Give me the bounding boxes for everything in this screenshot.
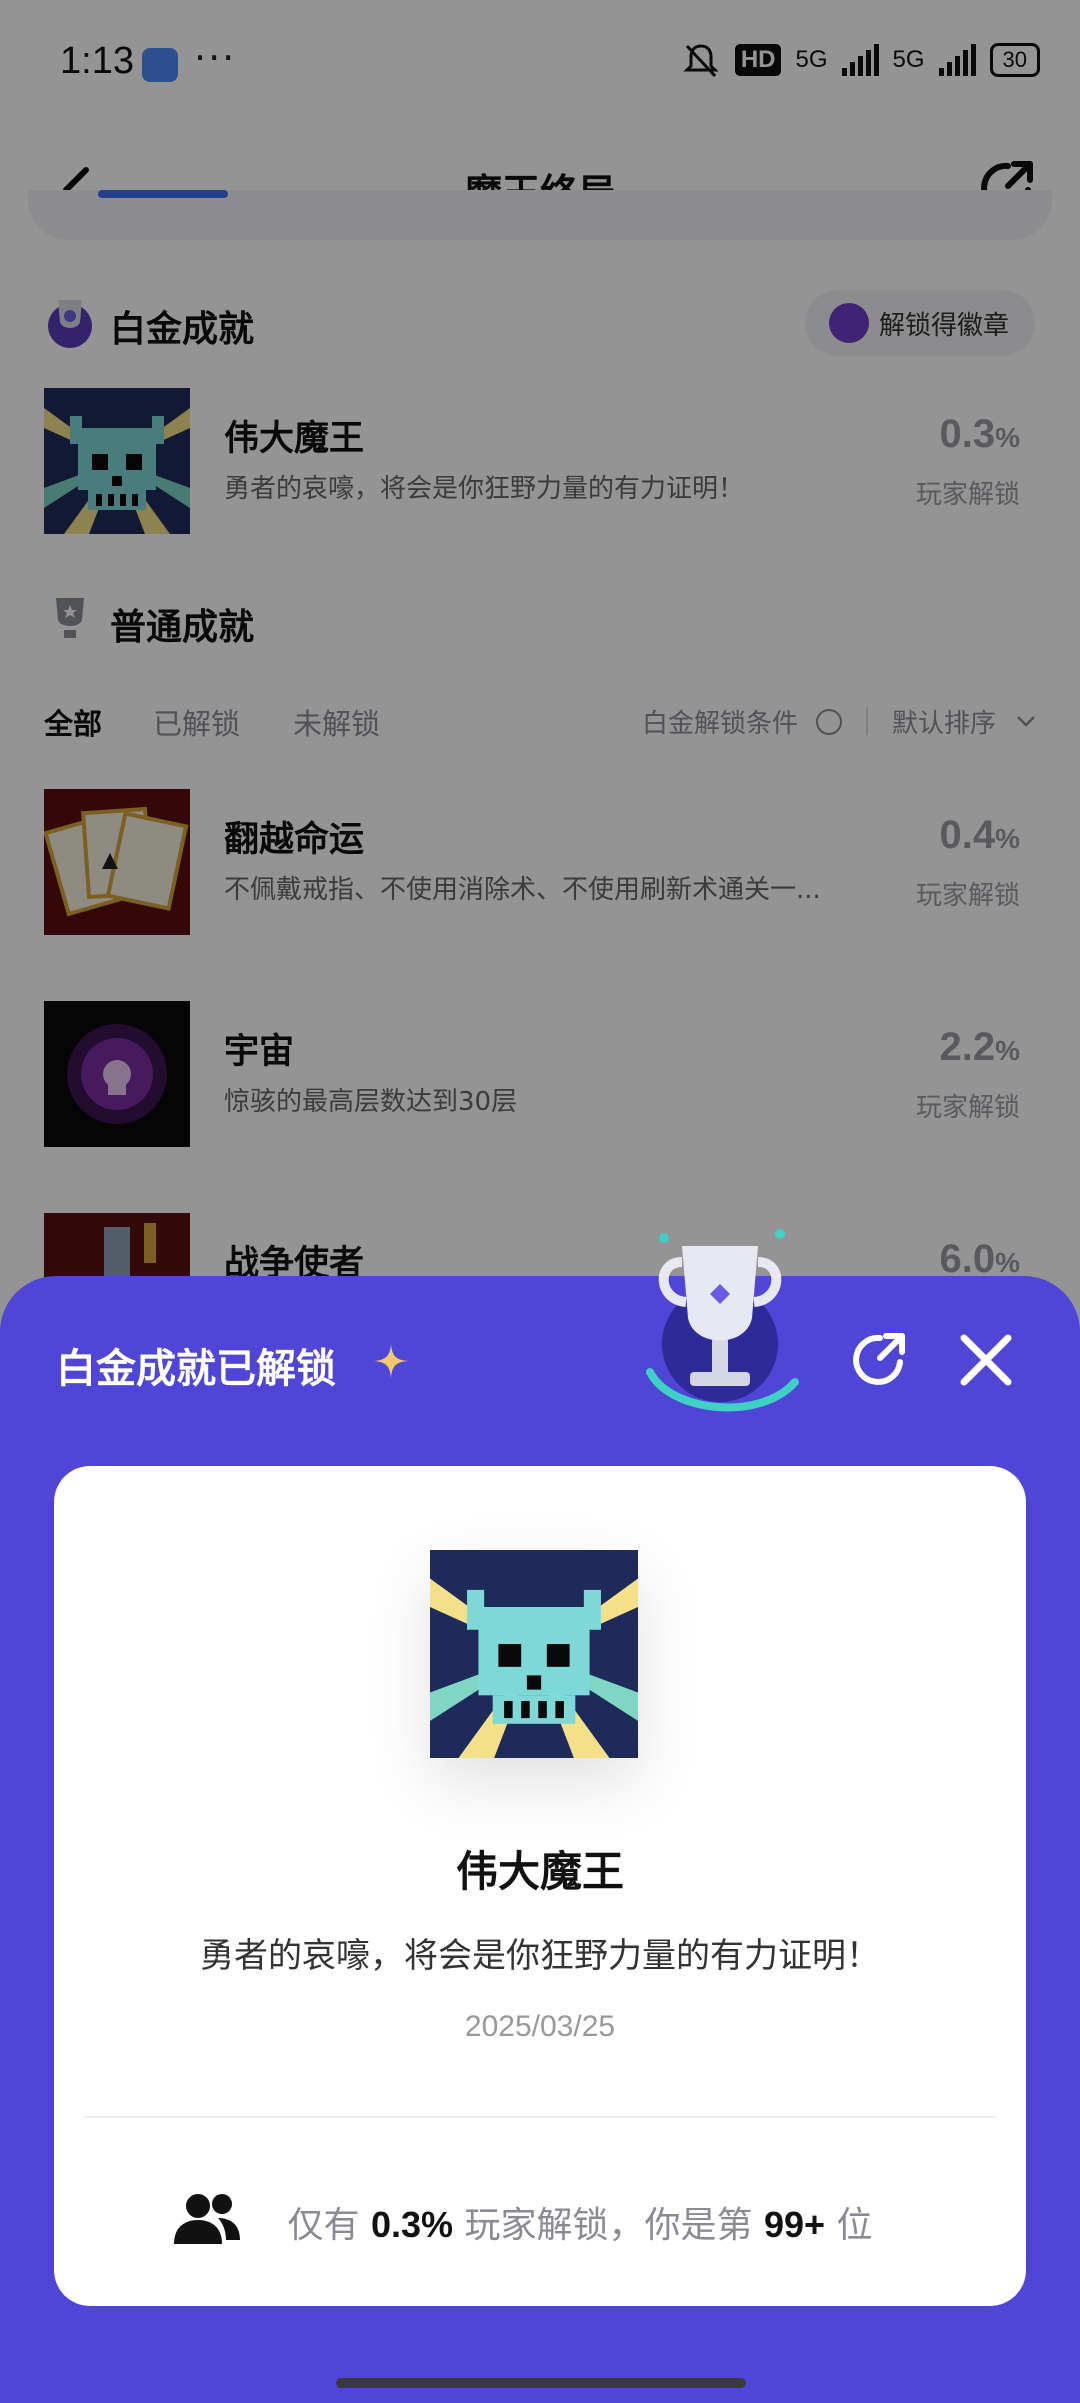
card-achievement-name: 伟大魔王 — [455, 1847, 624, 1896]
platinum-unlocked-sheet: 白金成就已解锁 伟大魔王 勇者的哀嚎，将会是你狂野力量的有力证明！ 2025/0… — [0, 1229, 1080, 2403]
trophy-icon — [646, 1229, 799, 1412]
stat-percent: 0.3% — [370, 2204, 454, 2245]
unlock-date: 2025/03/25 — [464, 2010, 616, 2043]
stat-suffix: 位 — [836, 2205, 873, 2246]
big-achievement-image — [430, 1550, 638, 1758]
card-achievement-desc: 勇者的哀嚎，将会是你狂野力量的有力证明！ — [200, 1936, 880, 1976]
achievement-card: 伟大魔王 勇者的哀嚎，将会是你狂野力量的有力证明！ 2025/03/25 仅有 … — [54, 1466, 1026, 2306]
card-divider — [84, 2116, 996, 2118]
share-icon[interactable] — [846, 1328, 910, 1392]
star-icon — [374, 1344, 408, 1378]
close-icon[interactable] — [958, 1332, 1014, 1388]
sheet-title: 白金成就已解锁 — [56, 1346, 336, 1392]
demon-skull-achievement-icon — [430, 1550, 638, 1758]
stat-prefix: 仅有 — [287, 2205, 360, 2246]
stat-rank: 99+ — [763, 2204, 826, 2245]
stat-mid: 玩家解锁，你是第 — [464, 2205, 753, 2246]
home-indicator[interactable] — [336, 2378, 746, 2388]
unlock-stat: 仅有 0.3% 玩家解锁，你是第 99+ 位 — [54, 2196, 1026, 2248]
